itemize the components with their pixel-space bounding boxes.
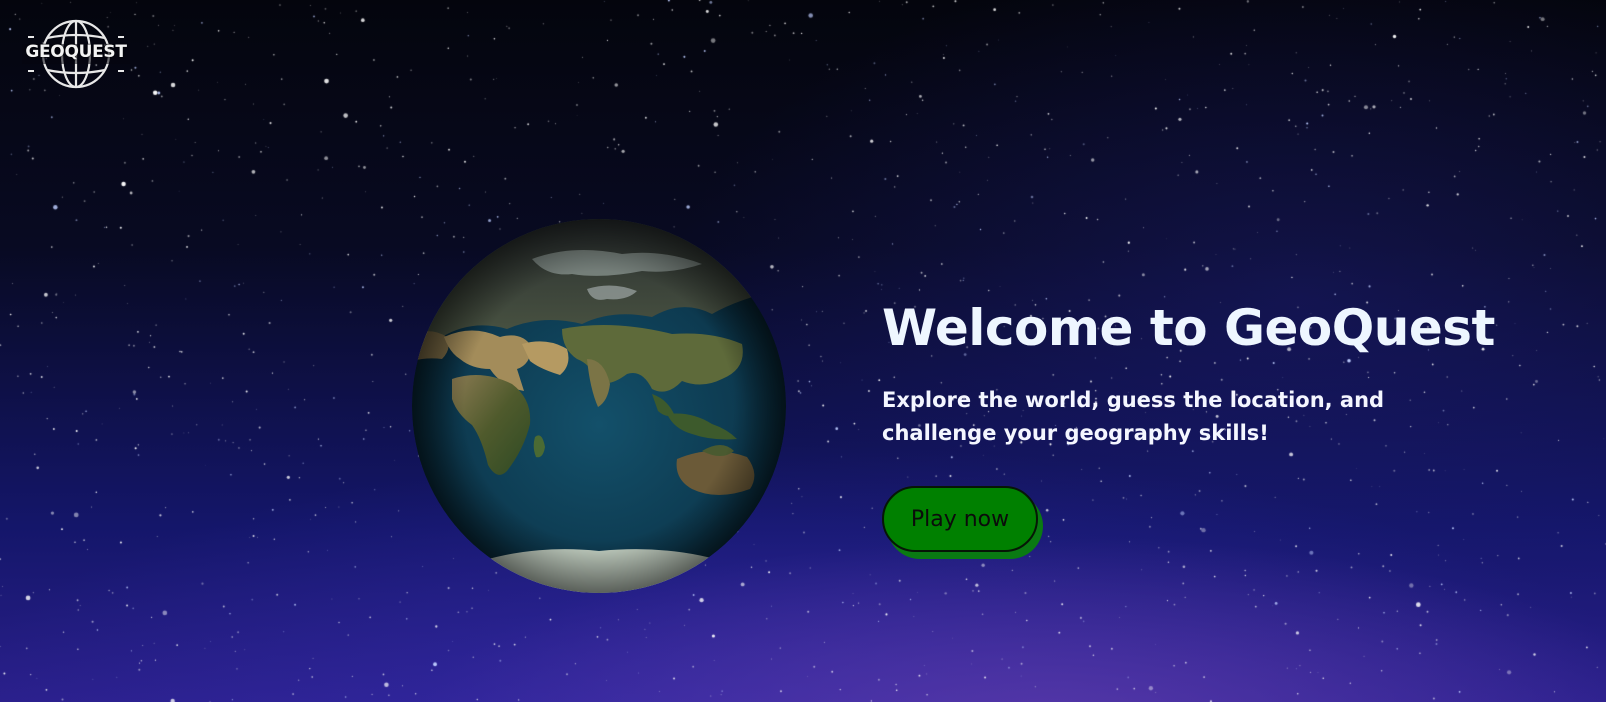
landing-page: GEOQUEST Welcome to GeoQuest Explore the…	[0, 0, 1606, 702]
hero-section: Welcome to GeoQuest Explore the world, g…	[882, 292, 1502, 552]
geoquest-logo[interactable]: GEOQUEST	[20, 18, 132, 90]
hero-subtitle: Explore the world, guess the location, a…	[882, 388, 1385, 445]
page-title: Welcome to GeoQuest	[882, 299, 1495, 357]
play-now-button[interactable]: Play now	[882, 486, 1038, 552]
earth-globe-image	[412, 219, 786, 593]
logo-text: GEOQUEST	[25, 42, 127, 62]
